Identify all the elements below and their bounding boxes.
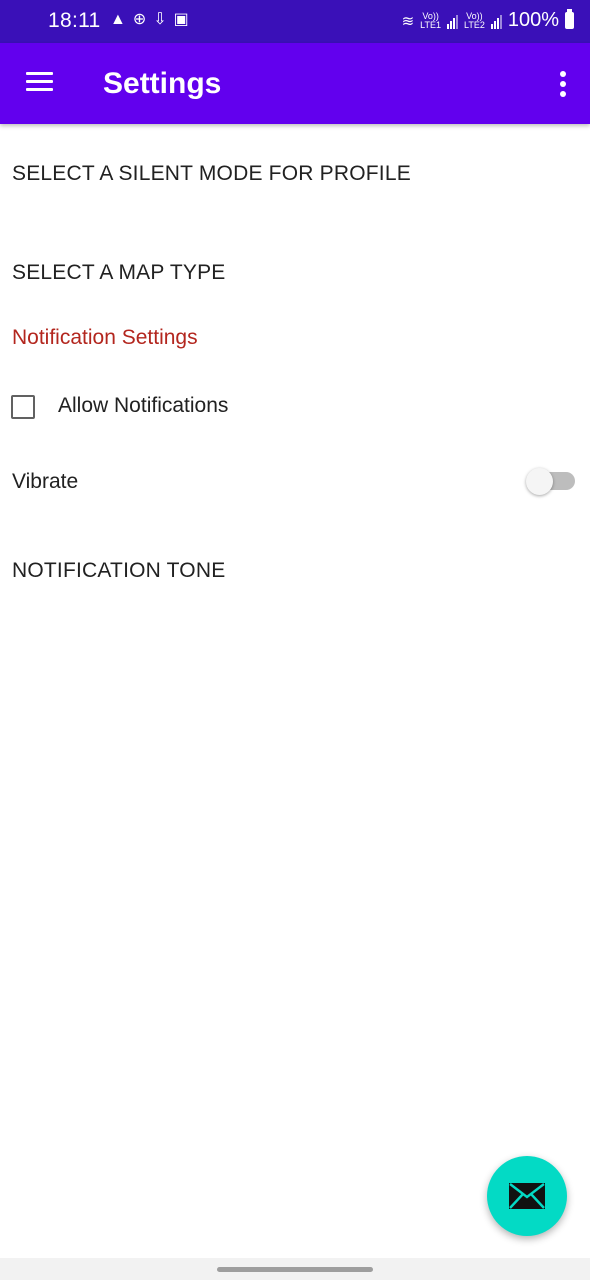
wifi-icon: ≋ — [401, 12, 415, 30]
signal-icon-2 — [490, 13, 502, 29]
menu-icon[interactable] — [26, 72, 53, 92]
pref-map-type[interactable]: SELECT A MAP TYPE — [12, 261, 226, 285]
status-bar: 18:11 ▲ ⊕ ⇩ ▣ ≋ Vo)) LTE1 Vo)) LTE2 100% — [0, 0, 590, 43]
allow-notifications-label[interactable]: Allow Notifications — [58, 394, 228, 418]
vibrate-switch[interactable] — [526, 468, 553, 495]
home-gesture-handle[interactable] — [217, 1267, 373, 1272]
fab-mail-button[interactable] — [487, 1156, 567, 1236]
signal-icon — [447, 13, 458, 29]
pref-silent-mode[interactable]: SELECT A SILENT MODE FOR PROFILE — [12, 162, 411, 186]
status-notification-icons: ▲ ⊕ ⇩ ▣ — [110, 11, 189, 29]
battery-level: 100% — [507, 9, 559, 31]
status-time: 18:11 — [48, 9, 101, 32]
battery-icon — [565, 9, 574, 29]
status-system-icons: ≋ Vo)) LTE1 Vo)) LTE2 100% — [402, 9, 574, 32]
allow-notifications-checkbox[interactable] — [11, 395, 35, 419]
net1-label: Vo)) LTE1 — [420, 10, 441, 30]
pref-vibrate-label[interactable]: Vibrate — [12, 470, 78, 494]
warning-icon: ▲ — [110, 11, 126, 28]
page-title: Settings — [103, 67, 222, 100]
pref-notification-tone[interactable]: NOTIFICATION TONE — [12, 559, 225, 583]
download-icon: ⇩ — [153, 11, 167, 28]
category-notification-settings: Notification Settings — [12, 326, 198, 349]
navigation-bar — [0, 1258, 590, 1280]
net2-label: Vo)) LTE2 — [464, 10, 485, 30]
network-icon: ⊕ — [132, 11, 147, 28]
image-icon: ▣ — [173, 11, 189, 28]
more-options-icon[interactable] — [558, 71, 568, 97]
mail-icon — [509, 1183, 545, 1209]
app-bar: Settings — [0, 43, 590, 124]
